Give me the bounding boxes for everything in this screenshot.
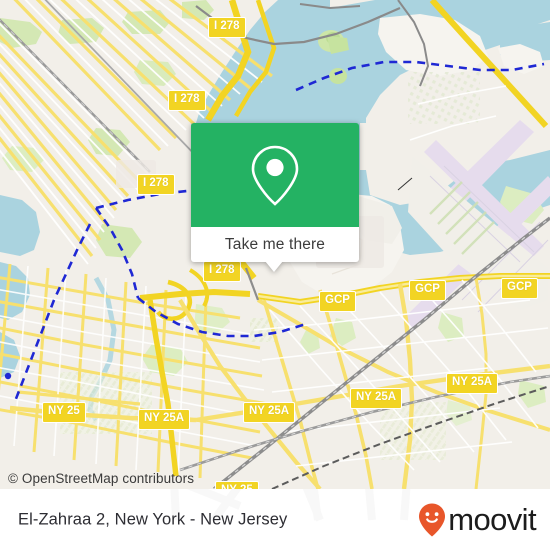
map-screenshot: I 278 I 278 I 278 I 278 GCP GCP GCP NY 2…	[0, 0, 550, 550]
moovit-wordmark: moovit	[448, 502, 536, 537]
moovit-pin-smiley-icon	[419, 503, 446, 536]
osm-attribution: © OpenStreetMap contributors	[8, 471, 195, 486]
road-shield: I 278	[208, 17, 246, 38]
road-shield: NY 25	[42, 402, 86, 423]
road-shield: NY 25A	[350, 388, 403, 409]
road-shield: GCP	[501, 278, 538, 299]
footer-bar: El-Zahraa 2, New York - New Jersey moovi…	[0, 489, 550, 550]
road-shield: NY 25A	[243, 402, 296, 423]
road-shield: I 278	[203, 261, 241, 282]
popup-cta-label: Take me there	[224, 235, 326, 253]
moovit-logo[interactable]: moovit	[417, 502, 537, 538]
page-title: El-Zahraa 2, New York - New Jersey	[18, 510, 288, 528]
popup-image-area	[191, 123, 359, 227]
road-shield: GCP	[319, 291, 356, 312]
road-shield: NY 25A	[138, 409, 191, 430]
popup-pointer-tail	[265, 261, 283, 272]
road-shield: I 278	[168, 90, 206, 111]
road-shield: I 278	[137, 174, 175, 195]
road-shield: NY 25A	[446, 373, 499, 394]
popup-cta-bar[interactable]: Take me there	[191, 227, 359, 262]
road-shield: NY 25	[215, 481, 259, 489]
map-pin-icon	[251, 145, 299, 206]
road-shield: GCP	[409, 280, 446, 301]
location-popup-card[interactable]: Take me there	[191, 123, 359, 272]
